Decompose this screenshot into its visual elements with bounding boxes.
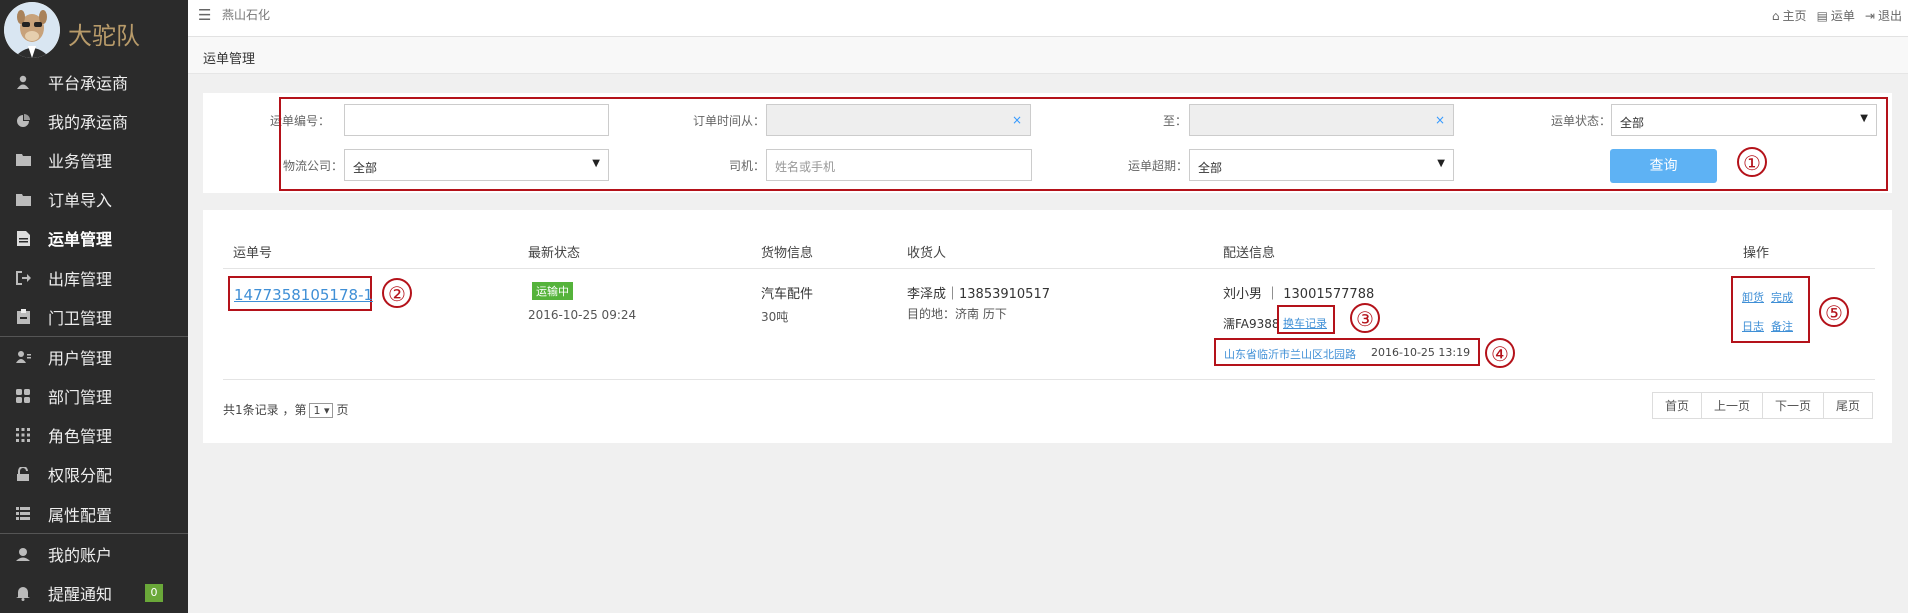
- file-icon: [14, 229, 32, 247]
- sidebar-item-label: 提醒通知: [48, 585, 113, 605]
- company-name: 燕山石化: [222, 8, 271, 22]
- menu-toggle-icon[interactable]: ☰: [198, 6, 211, 24]
- brand-name: 大驼队: [68, 22, 140, 50]
- header-status: 最新状态: [528, 246, 581, 261]
- first-page-button[interactable]: 首页: [1652, 392, 1702, 419]
- sidebar-item-label: 运单管理: [48, 230, 113, 250]
- sidebar-nav: 平台承运商 我的承运商 业务管理 订单导入 运单管理 出库管理 门卫管理 用户管…: [0, 62, 188, 613]
- page-number-select[interactable]: 1 ▾: [309, 403, 334, 418]
- plate-number: 濡FA9388: [1223, 317, 1280, 331]
- sidebar-item-guard[interactable]: 门卫管理: [0, 297, 188, 336]
- top-links: ⌂ 主页 ▤ 运单 ⇥ 退出: [1772, 7, 1902, 24]
- waybill-number-link[interactable]: 1477358105178-1: [234, 286, 373, 304]
- lock-icon: [14, 465, 32, 483]
- change-car-record-link[interactable]: 换车记录: [1283, 315, 1327, 331]
- list-icon: [14, 505, 32, 523]
- sidebar-item-attributes[interactable]: 属性配置: [0, 494, 188, 533]
- sidebar-item-label: 角色管理: [48, 427, 113, 447]
- divider: [223, 379, 1875, 380]
- destination: 目的地：济南 历下: [907, 307, 1007, 321]
- note-link[interactable]: 备注: [1771, 318, 1793, 334]
- notification-badge: 0: [145, 584, 163, 603]
- location-time: 2016-10-25 13:19: [1371, 346, 1471, 359]
- sidebar-item-account[interactable]: 我的账户: [0, 533, 188, 573]
- driver-info: 刘小男 ｜ 13001577788: [1223, 287, 1375, 302]
- sidebar-item-departments[interactable]: 部门管理: [0, 377, 188, 416]
- sidebar-item-waybill[interactable]: 运单管理: [0, 219, 188, 258]
- account-icon: [14, 545, 32, 563]
- home-icon: ⌂: [1771, 8, 1780, 23]
- user-card-icon: [14, 348, 32, 366]
- annotation-marker-2: ②: [382, 278, 412, 308]
- logout-link[interactable]: ⇥ 退出: [1865, 7, 1902, 24]
- sidebar-item-label: 门卫管理: [48, 308, 113, 328]
- divider: [223, 268, 1875, 269]
- results-panel: [203, 210, 1892, 443]
- dots-grid-icon: [14, 426, 32, 444]
- log-link[interactable]: 日志: [1742, 318, 1764, 334]
- goods-name: 汽车配件: [761, 287, 814, 302]
- sidebar-item-order-import[interactable]: 订单导入: [0, 180, 188, 219]
- sidebar-item-label: 属性配置: [48, 505, 113, 525]
- annotation-marker-4: ④: [1485, 338, 1515, 368]
- folder-icon: [14, 190, 32, 208]
- last-page-button[interactable]: 尾页: [1823, 392, 1873, 419]
- annotation-marker-5: ⑤: [1819, 297, 1849, 327]
- sidebar-item-label: 我的账户: [48, 545, 113, 565]
- pagination-summary: 共1条记录 ，第 1 ▾ 页: [223, 403, 349, 418]
- sidebar: 大驼队 平台承运商 我的承运商 业务管理 订单导入 运单管理 出库管理 门卫管理…: [0, 0, 188, 613]
- sidebar-item-label: 我的承运商: [48, 112, 129, 132]
- sidebar-item-label: 部门管理: [48, 388, 113, 408]
- header-goods: 货物信息: [761, 246, 814, 261]
- annotation-marker-3: ③: [1350, 303, 1380, 333]
- logout-icon: ⇥: [1864, 8, 1875, 23]
- document-icon: ▤: [1816, 8, 1828, 23]
- waybill-link[interactable]: ▤ 运单: [1817, 7, 1855, 24]
- user-icon: [14, 73, 32, 91]
- sidebar-item-label: 平台承运商: [48, 73, 129, 93]
- sidebar-item-roles[interactable]: 角色管理: [0, 416, 188, 455]
- page-title: 运单管理: [203, 52, 256, 67]
- complete-link[interactable]: 完成: [1771, 289, 1793, 305]
- header-waybill: 运单号: [233, 246, 273, 261]
- sidebar-item-notifications[interactable]: 提醒通知 0: [0, 573, 188, 612]
- pie-chart-icon: [14, 112, 32, 130]
- annotation-marker-1: ①: [1737, 147, 1767, 177]
- sidebar-item-business[interactable]: 业务管理: [0, 140, 188, 179]
- header-receiver: 收货人: [907, 246, 947, 261]
- signout-icon: [14, 269, 32, 287]
- sidebar-item-outbound[interactable]: 出库管理: [0, 258, 188, 297]
- sidebar-item-my-carriers[interactable]: 我的承运商: [0, 101, 188, 140]
- home-link[interactable]: ⌂ 主页: [1772, 7, 1807, 24]
- sidebar-item-users[interactable]: 用户管理: [0, 336, 188, 376]
- grid-icon: [14, 387, 32, 405]
- bell-icon: [14, 584, 32, 602]
- clipboard-icon: [14, 308, 32, 326]
- sidebar-item-platform-carriers[interactable]: 平台承运商: [0, 62, 188, 101]
- status-badge: 运输中: [532, 282, 573, 300]
- topbar: ☰ 燕山石化 ⌂ 主页 ▤ 运单 ⇥ 退出: [188, 0, 1908, 37]
- header-ops: 操作: [1743, 246, 1770, 261]
- next-page-button[interactable]: 下一页: [1762, 392, 1824, 419]
- sidebar-item-label: 出库管理: [48, 269, 113, 289]
- page-header: 运单管理: [188, 37, 1908, 74]
- camel-logo-icon: [4, 2, 60, 58]
- folder-icon: [14, 151, 32, 169]
- location-link[interactable]: 山东省临沂市兰山区北园路: [1224, 346, 1356, 362]
- sidebar-item-label: 用户管理: [48, 348, 113, 368]
- annotation-box-1: [279, 97, 1888, 191]
- sidebar-item-label: 订单导入: [48, 191, 113, 211]
- header-delivery: 配送信息: [1223, 246, 1276, 261]
- sidebar-item-label: 权限分配: [48, 466, 113, 486]
- status-time: 2016-10-25 09:24: [528, 308, 637, 322]
- goods-quantity: 30吨: [761, 310, 789, 324]
- receiver-info: 李泽成｜13853910517: [907, 287, 1050, 302]
- brand: 大驼队: [0, 0, 188, 62]
- prev-page-button[interactable]: 上一页: [1701, 392, 1763, 419]
- sidebar-item-label: 业务管理: [48, 151, 113, 171]
- unload-link[interactable]: 卸货: [1742, 289, 1764, 305]
- sidebar-item-permissions[interactable]: 权限分配: [0, 455, 188, 494]
